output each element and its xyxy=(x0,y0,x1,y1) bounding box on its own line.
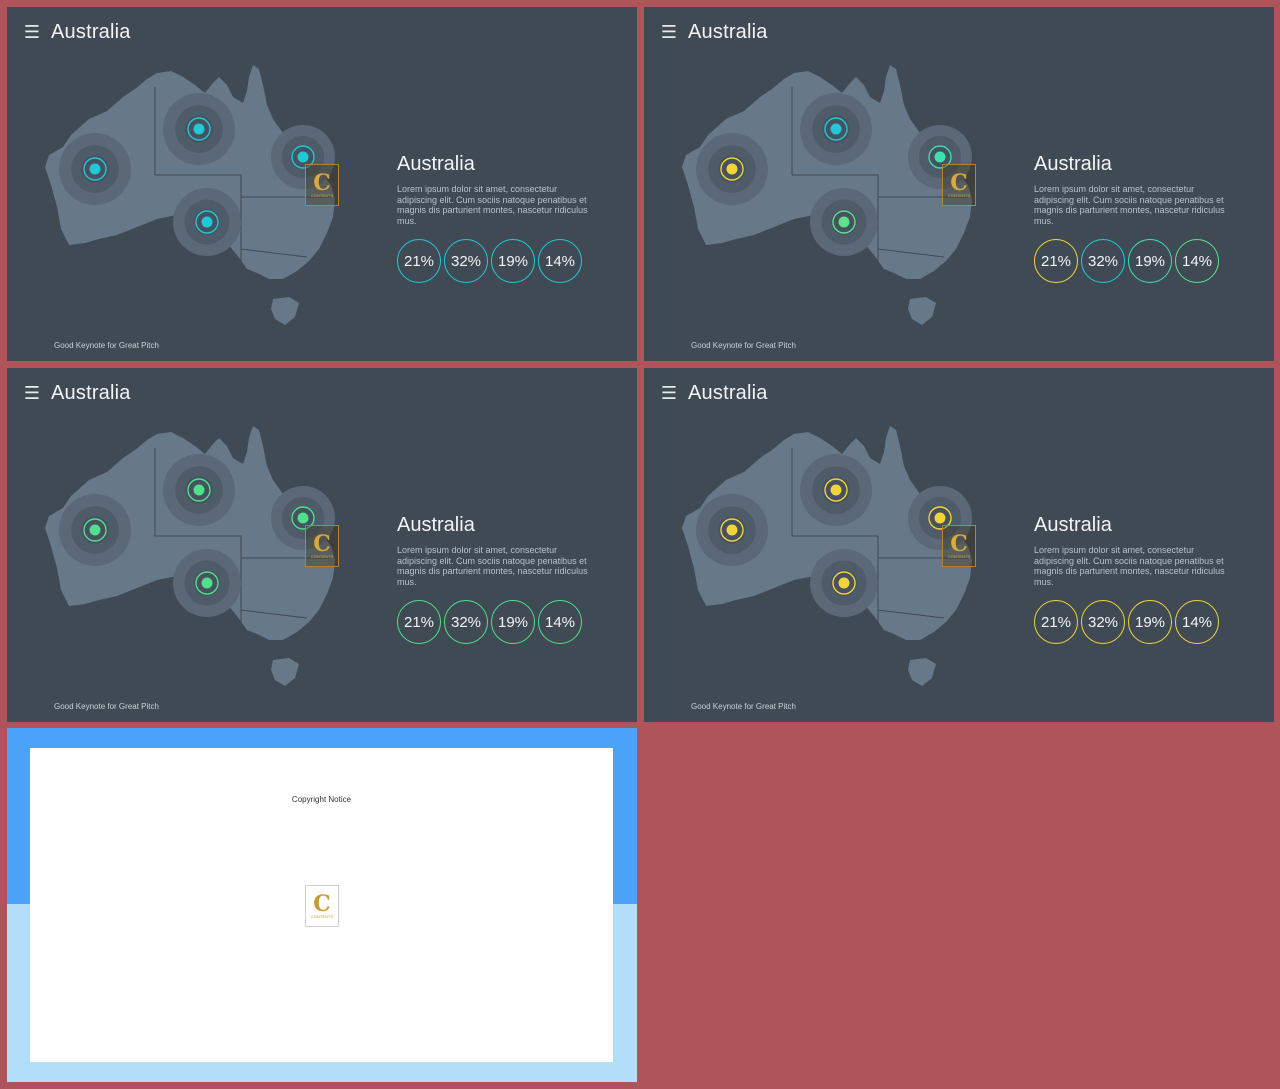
contents-logo-badge: C CONTENTS xyxy=(942,164,976,206)
copyright-slide[interactable]: Copyright Notice C CONTENTS xyxy=(7,728,637,1082)
logo-text: CONTENTS xyxy=(948,192,970,198)
content-body: Lorem ipsum dolor sit amet, consectetur … xyxy=(1034,184,1225,226)
map-marker xyxy=(810,188,878,256)
stat-circle: 19% xyxy=(491,239,535,283)
map-marker xyxy=(800,454,872,526)
content-title: Australia xyxy=(397,153,475,175)
copyright-title: Copyright Notice xyxy=(291,795,352,804)
logo-letter: C xyxy=(950,169,968,196)
logo-text: CONTENTS xyxy=(311,192,333,198)
slide-3[interactable]: ☰ Australia C CONTENTS Australia Lorem i… xyxy=(7,368,637,722)
map-marker xyxy=(59,133,131,205)
logo-letter: C xyxy=(313,530,331,557)
map-marker xyxy=(173,549,241,617)
map-marker xyxy=(800,93,872,165)
map-marker xyxy=(696,133,768,205)
stats-row: 21% 32% 19% 14% xyxy=(397,239,582,283)
tasmania-shape xyxy=(908,658,936,686)
content-body: Lorem ipsum dolor sit amet, consectetur … xyxy=(397,545,588,587)
stats-row: 21% 32% 19% 14% xyxy=(1034,600,1219,644)
stat-circle: 21% xyxy=(397,600,441,644)
logo-letter: C xyxy=(313,169,331,196)
logo-text: CONTENTS xyxy=(311,553,333,559)
footer-text: Good Keynote for Great Pitch xyxy=(691,702,796,711)
slide-2[interactable]: ☰ Australia C CONTENTS Australia Lorem i… xyxy=(644,7,1274,361)
logo-text: CONTENTS xyxy=(311,913,333,919)
contents-logo: C CONTENTS xyxy=(305,885,339,927)
tasmania-shape xyxy=(908,297,936,325)
copyright-card: Copyright Notice C CONTENTS xyxy=(30,748,613,1062)
content-title: Australia xyxy=(1034,514,1112,536)
stat-circle: 32% xyxy=(444,239,488,283)
content-body: Lorem ipsum dolor sit amet, consectetur … xyxy=(397,184,588,226)
stats-row: 21% 32% 19% 14% xyxy=(1034,239,1219,283)
footer-text: Good Keynote for Great Pitch xyxy=(54,341,159,350)
content-title: Australia xyxy=(1034,153,1112,175)
contents-logo-badge: C CONTENTS xyxy=(305,525,339,567)
stat-circle: 21% xyxy=(397,239,441,283)
map-marker xyxy=(163,93,235,165)
stat-circle: 14% xyxy=(1175,239,1219,283)
stat-circle: 21% xyxy=(1034,600,1078,644)
stats-row: 21% 32% 19% 14% xyxy=(397,600,582,644)
slide-4[interactable]: ☰ Australia C CONTENTS Australia Lorem i… xyxy=(644,368,1274,722)
map-marker xyxy=(59,494,131,566)
slide-1[interactable]: ☰ Australia C CONTENTS Australia Lorem i… xyxy=(7,7,637,361)
content-title: Australia xyxy=(397,514,475,536)
content-body: Lorem ipsum dolor sit amet, consectetur … xyxy=(1034,545,1225,587)
contents-logo-badge: C CONTENTS xyxy=(305,164,339,206)
map-marker xyxy=(163,454,235,526)
footer-text: Good Keynote for Great Pitch xyxy=(54,702,159,711)
map-marker xyxy=(173,188,241,256)
stat-circle: 32% xyxy=(1081,600,1125,644)
stat-circle: 14% xyxy=(538,239,582,283)
stat-circle: 14% xyxy=(538,600,582,644)
map-marker xyxy=(810,549,878,617)
stat-circle: 19% xyxy=(1128,600,1172,644)
stat-circle: 19% xyxy=(491,600,535,644)
tasmania-shape xyxy=(271,297,299,325)
tasmania-shape xyxy=(271,658,299,686)
map-marker xyxy=(696,494,768,566)
footer-text: Good Keynote for Great Pitch xyxy=(691,341,796,350)
contents-logo-badge: C CONTENTS xyxy=(942,525,976,567)
logo-text: CONTENTS xyxy=(948,553,970,559)
stat-circle: 32% xyxy=(1081,239,1125,283)
logo-letter: C xyxy=(313,890,331,917)
stat-circle: 32% xyxy=(444,600,488,644)
stat-circle: 21% xyxy=(1034,239,1078,283)
logo-letter: C xyxy=(950,530,968,557)
stat-circle: 14% xyxy=(1175,600,1219,644)
stat-circle: 19% xyxy=(1128,239,1172,283)
